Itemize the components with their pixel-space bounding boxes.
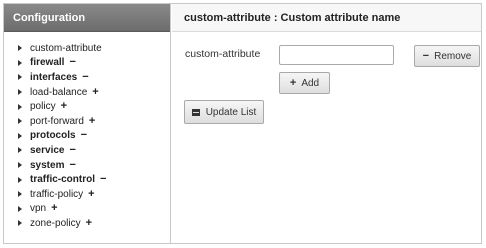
- sidebar-nav: custom-attribute firewall − interfaces − load…: [4, 32, 170, 231]
- expand-arrow-icon: [18, 45, 22, 52]
- remove-button[interactable]: − Remove: [414, 45, 480, 67]
- sidebar-item-label: protocols: [30, 130, 76, 142]
- sidebar-item-vpn[interactable]: vpn +: [4, 202, 170, 217]
- sidebar-item-label: vpn: [30, 203, 47, 215]
- expand-arrow-icon: [18, 147, 22, 154]
- sidebar-item-label: traffic-control: [30, 174, 95, 186]
- sidebar-item-protocols[interactable]: protocols −: [4, 129, 170, 144]
- sidebar-item-label: zone-policy: [30, 217, 81, 229]
- sidebar-item-custom-attribute[interactable]: custom-attribute: [4, 41, 170, 56]
- update-list-button[interactable]: Update List: [184, 100, 264, 124]
- expand-arrow-icon: [18, 176, 22, 183]
- add-icon[interactable]: +: [92, 86, 98, 98]
- custom-attribute-label: custom-attribute: [185, 48, 261, 60]
- sidebar-item-service[interactable]: service −: [4, 143, 170, 158]
- custom-attribute-input[interactable]: [279, 45, 394, 65]
- add-icon[interactable]: +: [88, 188, 94, 200]
- remove-icon[interactable]: −: [82, 71, 88, 83]
- sidebar: Configuration custom-attribute firewall − i…: [4, 4, 171, 243]
- sidebar-item-port-forward[interactable]: port-forward +: [4, 114, 170, 129]
- expand-arrow-icon: [18, 191, 22, 198]
- expand-arrow-icon: [18, 118, 22, 125]
- sidebar-item-label: system: [30, 159, 65, 171]
- expand-arrow-icon: [18, 220, 22, 227]
- expand-arrow-icon: [18, 162, 22, 169]
- expand-arrow-icon: [18, 103, 22, 110]
- add-icon[interactable]: +: [61, 101, 67, 112]
- page-title: custom-attribute : Custom attribute name: [172, 4, 481, 32]
- expand-arrow-icon: [18, 59, 22, 66]
- add-icon[interactable]: +: [89, 115, 95, 127]
- config-window: Configuration custom-attribute firewall − i…: [3, 3, 482, 244]
- sidebar-item-label: custom-attribute: [30, 42, 102, 54]
- sidebar-item-label: policy: [30, 101, 56, 113]
- remove-icon[interactable]: −: [100, 174, 106, 185]
- sidebar-item-traffic-policy[interactable]: traffic-policy +: [4, 187, 170, 202]
- save-icon: [191, 108, 200, 116]
- expand-arrow-icon: [18, 205, 22, 212]
- expand-arrow-icon: [18, 74, 22, 81]
- sidebar-item-label: firewall: [30, 57, 65, 69]
- minus-icon: −: [422, 50, 430, 62]
- sidebar-item-label: service: [30, 144, 65, 156]
- add-button-label: Add: [301, 77, 320, 89]
- remove-icon[interactable]: −: [69, 144, 75, 156]
- sidebar-item-label: port-forward: [30, 115, 84, 127]
- sidebar-title: Configuration: [4, 4, 170, 32]
- main-panel: custom-attribute : Custom attribute name…: [172, 4, 481, 243]
- remove-button-label: Remove: [434, 50, 472, 62]
- sidebar-item-zone-policy[interactable]: zone-policy +: [4, 216, 170, 231]
- remove-icon[interactable]: −: [69, 159, 75, 171]
- sidebar-item-label: traffic-policy: [30, 188, 84, 200]
- expand-arrow-icon: [18, 132, 22, 139]
- expand-arrow-icon: [18, 89, 22, 96]
- sidebar-item-load-balance[interactable]: load-balance +: [4, 85, 170, 100]
- sidebar-item-interfaces[interactable]: interfaces −: [4, 70, 170, 85]
- sidebar-item-label: load-balance: [30, 86, 88, 98]
- add-button[interactable]: + Add: [279, 72, 330, 94]
- add-icon[interactable]: +: [86, 217, 92, 229]
- sidebar-item-system[interactable]: system −: [4, 158, 170, 173]
- add-icon[interactable]: +: [51, 203, 57, 214]
- sidebar-item-label: interfaces: [30, 71, 78, 83]
- sidebar-item-firewall[interactable]: firewall −: [4, 56, 170, 71]
- plus-icon: +: [289, 77, 297, 89]
- remove-icon[interactable]: −: [81, 130, 87, 141]
- sidebar-item-traffic-control[interactable]: traffic-control −: [4, 172, 170, 187]
- sidebar-item-policy[interactable]: policy +: [4, 99, 170, 114]
- update-list-button-label: Update List: [205, 106, 257, 118]
- remove-icon[interactable]: −: [69, 57, 75, 68]
